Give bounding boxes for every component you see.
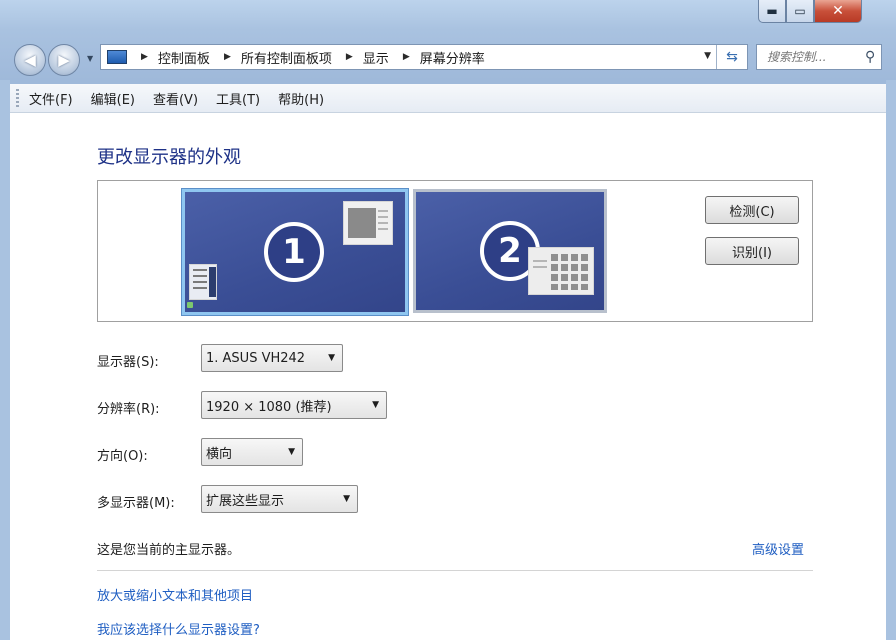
search-icon[interactable]: ⚲ xyxy=(865,49,875,65)
breadcrumb-separator-icon[interactable]: ▶ xyxy=(346,52,353,62)
breadcrumb-separator-icon[interactable]: ▶ xyxy=(403,52,410,62)
divider xyxy=(97,570,813,571)
grid-window-thumbnail-icon xyxy=(528,247,594,295)
monitor-2[interactable]: 2 xyxy=(413,189,607,313)
page-title: 更改显示器的外观 xyxy=(97,147,241,168)
back-button[interactable]: ◀ xyxy=(14,44,46,76)
breadcrumb-separator-icon[interactable]: ▶ xyxy=(141,52,148,62)
arrow-left-icon: ◀ xyxy=(24,51,36,69)
breadcrumb-item[interactable]: 显示 xyxy=(363,48,389,67)
orientation-label: 方向(O): xyxy=(97,449,148,464)
text-size-link[interactable]: 放大或缩小文本和其他项目 xyxy=(97,585,253,604)
address-history-chevron-icon[interactable]: ▼ xyxy=(704,51,711,61)
address-bar[interactable]: ▶ 控制面板 ▶ 所有控制面板项 ▶ 显示 ▶ 屏幕分辨率 ▼ ⇆ xyxy=(100,44,748,70)
arrow-right-icon: ▶ xyxy=(58,51,70,69)
start-button-icon xyxy=(187,302,193,308)
resolution-select[interactable]: 1920 × 1080 (推荐) ▼ xyxy=(201,391,387,419)
breadcrumb: ▶ 控制面板 ▶ 所有控制面板项 ▶ 显示 ▶ 屏幕分辨率 xyxy=(127,48,485,67)
orientation-select[interactable]: 横向 ▼ xyxy=(201,438,303,466)
search-input[interactable] xyxy=(765,49,861,65)
chevron-down-icon: ▼ xyxy=(343,494,350,504)
monitor-1[interactable]: 1 xyxy=(182,189,408,315)
multiple-displays-label: 多显示器(M): xyxy=(97,496,175,511)
display-select-value: 1. ASUS VH242 xyxy=(206,350,306,366)
orientation-select-value: 横向 xyxy=(206,446,233,462)
caption-buttons: ▬ ▭ ✕ xyxy=(758,0,862,24)
refresh-button[interactable]: ⇆ xyxy=(716,45,747,69)
control-panel-icon xyxy=(107,50,127,64)
window-border-right xyxy=(886,80,896,640)
breadcrumb-item[interactable]: 屏幕分辨率 xyxy=(420,48,485,67)
breadcrumb-item[interactable]: 所有控制面板项 xyxy=(241,48,332,67)
recent-pages-chevron-icon[interactable]: ▼ xyxy=(87,54,93,63)
close-button[interactable]: ✕ xyxy=(814,0,862,23)
menu-file[interactable]: 文件(F) xyxy=(29,89,73,108)
search-box[interactable]: ⚲ xyxy=(756,44,882,70)
breadcrumb-separator-icon[interactable]: ▶ xyxy=(224,52,231,62)
menu-tools[interactable]: 工具(T) xyxy=(216,89,260,108)
forward-button[interactable]: ▶ xyxy=(48,44,80,76)
window-thumbnail-icon xyxy=(343,201,393,245)
display-settings-help-link[interactable]: 我应该选择什么显示器设置? xyxy=(97,619,260,638)
primary-display-note: 这是您当前的主显示器。 xyxy=(97,543,241,558)
start-menu-thumbnail-icon xyxy=(189,264,217,300)
advanced-settings-link[interactable]: 高级设置 xyxy=(752,539,804,558)
display-select[interactable]: 1. ASUS VH242 ▼ xyxy=(201,344,343,372)
resolution-select-value: 1920 × 1080 (推荐) xyxy=(206,399,332,415)
chevron-down-icon: ▼ xyxy=(288,447,295,457)
chevron-down-icon: ▼ xyxy=(328,353,335,363)
identify-button[interactable]: 识别(I) xyxy=(705,237,799,265)
menu-grip xyxy=(16,89,19,107)
breadcrumb-item[interactable]: 控制面板 xyxy=(158,48,210,67)
minimize-button[interactable]: ▬ xyxy=(758,0,786,23)
menu-help[interactable]: 帮助(H) xyxy=(278,89,324,108)
menu-edit[interactable]: 编辑(E) xyxy=(91,89,135,108)
detect-button[interactable]: 检测(C) xyxy=(705,196,799,224)
window-border-left xyxy=(0,80,10,640)
multiple-displays-select[interactable]: 扩展这些显示 ▼ xyxy=(201,485,358,513)
menu-view[interactable]: 查看(V) xyxy=(153,89,198,108)
menu-bar: 文件(F) 编辑(E) 查看(V) 工具(T) 帮助(H) xyxy=(10,84,886,113)
maximize-button[interactable]: ▭ xyxy=(786,0,814,23)
refresh-icon: ⇆ xyxy=(726,49,738,65)
resolution-label: 分辨率(R): xyxy=(97,402,160,417)
chevron-down-icon: ▼ xyxy=(372,400,379,410)
multiple-displays-select-value: 扩展这些显示 xyxy=(206,493,285,509)
display-label: 显示器(S): xyxy=(97,355,159,370)
monitor-number-1: 1 xyxy=(264,222,324,282)
